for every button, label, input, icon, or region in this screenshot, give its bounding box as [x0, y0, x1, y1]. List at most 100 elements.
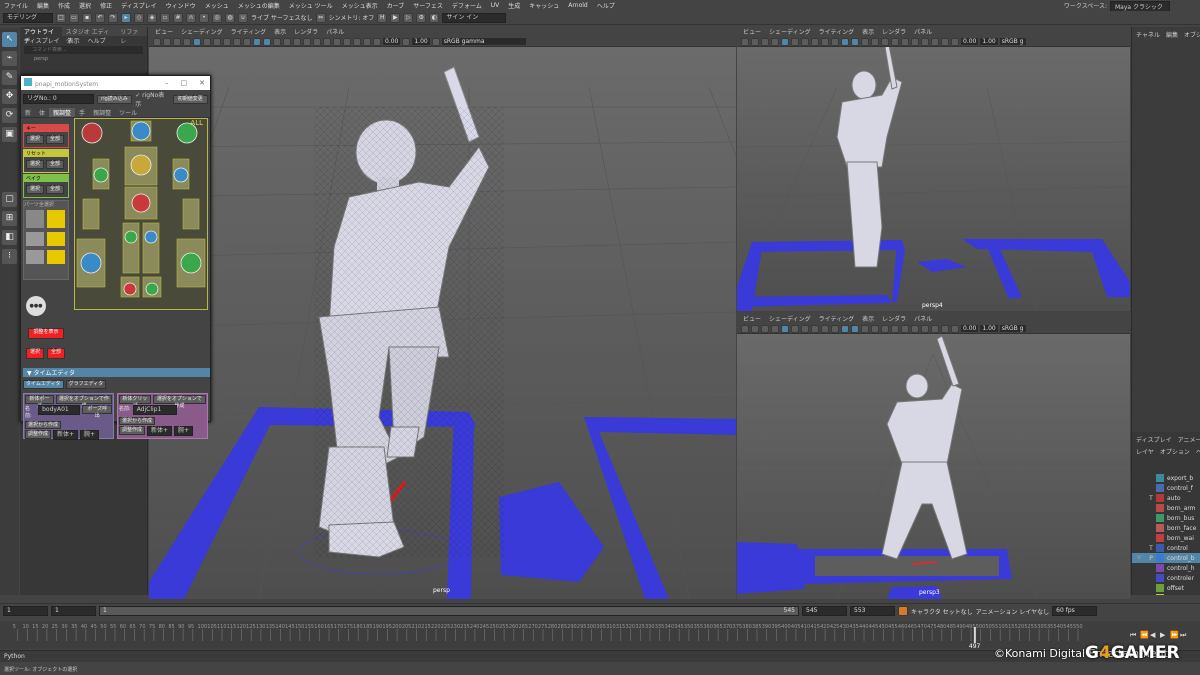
name-input[interactable]: bodyA01 [38, 405, 81, 415]
tool-group-button[interactable]: 選択 [26, 160, 44, 169]
body-plus-toggle[interactable]: 新体+ [147, 426, 173, 436]
viewport-menu-item[interactable]: ライティング [231, 27, 267, 36]
new-scene-icon[interactable]: □ [56, 12, 66, 23]
menu-item[interactable]: メッシュ表示 [342, 1, 378, 10]
snap-grid-icon[interactable]: # [173, 12, 183, 23]
menu-item[interactable]: UV [491, 2, 500, 9]
motion-system-tab[interactable]: ツール [115, 108, 141, 117]
safe-action-icon[interactable] [243, 37, 251, 46]
anim-layer-dropdown[interactable]: アニメーション レイヤなし [976, 607, 1050, 616]
playback-start-field[interactable]: 1 [51, 606, 96, 616]
layer-color-swatch[interactable] [1156, 474, 1164, 482]
outliner-tab[interactable]: アウトライナ [20, 27, 62, 45]
layer-row[interactable]: born_wai [1132, 533, 1200, 543]
lights-icon[interactable] [283, 37, 291, 46]
hypershade-icon[interactable]: ◐ [429, 12, 440, 23]
menu-item[interactable]: サーフェス [413, 1, 443, 10]
persp-outliner-icon[interactable]: ◧ [2, 230, 17, 245]
layer-playback-toggle[interactable]: T [1146, 545, 1156, 552]
layer-menu-item[interactable]: ヘルプ [1196, 447, 1200, 456]
viewport-menu-item[interactable]: パネル [914, 314, 932, 323]
save-scene-icon[interactable]: ▪ [82, 12, 92, 23]
magnet-icon[interactable]: ∪ [238, 12, 248, 23]
select-component-icon[interactable]: ◈ [147, 12, 157, 23]
viewport-menu-item[interactable]: ライティング [819, 27, 855, 36]
motion-system-tab[interactable]: 手 [75, 108, 89, 117]
adjust-display-button[interactable]: 調整を表示 [28, 328, 64, 339]
layer-color-swatch[interactable] [1156, 494, 1164, 502]
hand-left-icon[interactable] [26, 232, 44, 246]
tool-group-button[interactable]: 全部 [46, 160, 64, 169]
viewport-menu-item[interactable]: ビュー [743, 27, 761, 36]
layer-menu-item[interactable]: レイヤ [1136, 447, 1154, 456]
initial-state-button[interactable]: 初期値変更 [172, 94, 208, 104]
redo-icon[interactable]: ↷ [108, 12, 118, 23]
hand-plus-toggle[interactable]: 腕+ [174, 426, 194, 436]
playback-end-field[interactable]: 545 [802, 606, 847, 616]
playback-control-icon[interactable]: ⏮ [1130, 631, 1136, 639]
layer-row[interactable]: born_bus [1132, 513, 1200, 523]
viewport-menu-item[interactable]: パネル [326, 27, 344, 36]
layer-row[interactable]: offset [1132, 583, 1200, 593]
playback-control-icon[interactable]: ⏩ [1170, 630, 1179, 639]
timeeditor-tab[interactable]: グラフエディタ [65, 380, 107, 389]
minimize-icon[interactable]: – [165, 79, 169, 87]
body-yellow-icon[interactable] [47, 210, 65, 228]
menu-item[interactable]: Arnold [568, 2, 587, 9]
top-right-viewport[interactable]: ビュー シェーディング ライティング 表示 レンダラ パネル 0.00 1.00 sRGB… [737, 27, 1130, 311]
motion-system-tab[interactable]: 体 [35, 108, 49, 117]
layer-row[interactable]: born_face [1132, 523, 1200, 533]
viewport-menu-item[interactable]: ビュー [155, 27, 173, 36]
snap-curve-icon[interactable]: ∩ [186, 12, 196, 23]
gamma-icon[interactable] [402, 37, 411, 46]
hand-plus-toggle[interactable]: 腕+ [80, 430, 100, 440]
bookmark-icon[interactable] [173, 37, 181, 46]
menu-item[interactable]: ヘルプ [597, 1, 615, 10]
top-colorspace[interactable]: sRGB g [999, 38, 1026, 45]
snap-surface-icon[interactable]: ◍ [225, 12, 235, 23]
scale-tool-icon[interactable]: ▣ [2, 127, 17, 142]
menu-item[interactable]: 修正 [100, 1, 112, 10]
outliner-menu-item[interactable]: 表示 [68, 36, 80, 45]
select-tool-icon[interactable]: ↖ [2, 32, 17, 47]
viewport-menu-item[interactable]: パネル [914, 27, 932, 36]
start-time-field[interactable]: 1 [3, 606, 48, 616]
menu-item[interactable]: 作成 [58, 1, 70, 10]
xray-icon[interactable] [343, 37, 351, 46]
open-scene-icon[interactable]: ▭ [69, 12, 79, 23]
timeeditor-section[interactable]: ▼ タイムエディタ [23, 368, 210, 377]
time-slider[interactable]: 5 10 15 20 25 30 35 40 45 50 55 60 65 70 75 80 85 90 95 100… [0, 621, 1200, 650]
viewport-menu-item[interactable]: シェーディング [769, 27, 811, 36]
image-plane-icon[interactable] [183, 37, 191, 46]
character-set-dropdown[interactable]: キャラクタ セットなし [911, 607, 973, 616]
bottom-exposure-field[interactable]: 0.00 [961, 325, 979, 332]
paint-select-icon[interactable]: ✎ [2, 70, 17, 85]
bottom-gamma-field[interactable]: 1.00 [980, 325, 998, 332]
pose-call-button[interactable]: ポーズ呼出 [82, 405, 112, 419]
layer-color-swatch[interactable] [1156, 584, 1164, 592]
all-label[interactable]: ALL [190, 119, 203, 127]
aa-icon[interactable] [313, 37, 321, 46]
isolate-icon[interactable] [333, 37, 341, 46]
camera-attr-icon[interactable] [163, 37, 171, 46]
resolution-gate-icon[interactable] [213, 37, 221, 46]
maximize-icon[interactable]: □ [181, 79, 188, 87]
smooth-shade-icon[interactable] [263, 37, 271, 46]
outliner-search-input[interactable]: コマンド検索... [24, 46, 143, 54]
bottom-colorspace[interactable]: sRGB g [999, 325, 1026, 332]
hand-right-icon[interactable] [47, 232, 65, 246]
ipr-icon[interactable]: ▷ [403, 12, 414, 23]
layer-row[interactable]: Tcontrol [1132, 543, 1200, 553]
layer-row[interactable]: born_arm [1132, 503, 1200, 513]
layer-color-swatch[interactable] [1156, 524, 1164, 532]
viewport-menu-item[interactable]: レンダラ [882, 27, 906, 36]
viewport-menu-item[interactable]: レンダラ [882, 314, 906, 323]
layer-row[interactable]: control_h [1132, 563, 1200, 573]
menu-item[interactable]: メッシュ ツール [289, 1, 333, 10]
grid-icon[interactable] [193, 37, 201, 46]
layer-color-swatch[interactable] [1156, 594, 1164, 595]
exposure-icon[interactable] [373, 37, 381, 46]
xray-joints-icon[interactable] [353, 37, 361, 46]
menu-item[interactable]: キャッシュ [529, 1, 559, 10]
red-action-button[interactable]: 全部 [47, 348, 65, 359]
